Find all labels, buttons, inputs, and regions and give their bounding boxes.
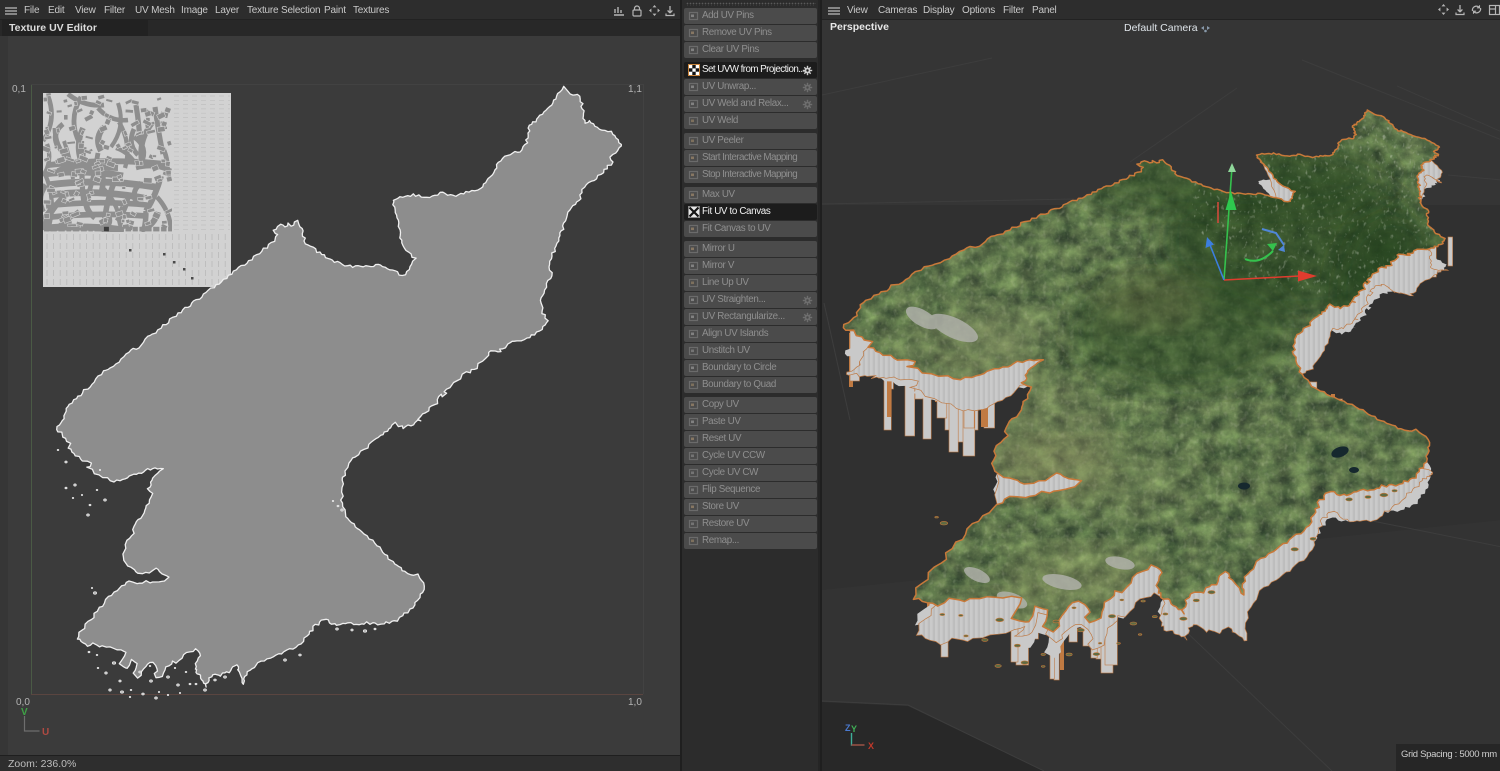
svg-text:0,1: 0,1	[12, 84, 26, 95]
svg-text:1,1: 1,1	[628, 84, 642, 95]
svg-text:1,0: 1,0	[628, 697, 642, 708]
svg-text:U: U	[42, 727, 49, 738]
svg-text:Y: Y	[851, 724, 857, 734]
svg-text:X: X	[868, 741, 874, 751]
svg-text:Grid Spacing : 5000 mm: Grid Spacing : 5000 mm	[1401, 749, 1497, 760]
